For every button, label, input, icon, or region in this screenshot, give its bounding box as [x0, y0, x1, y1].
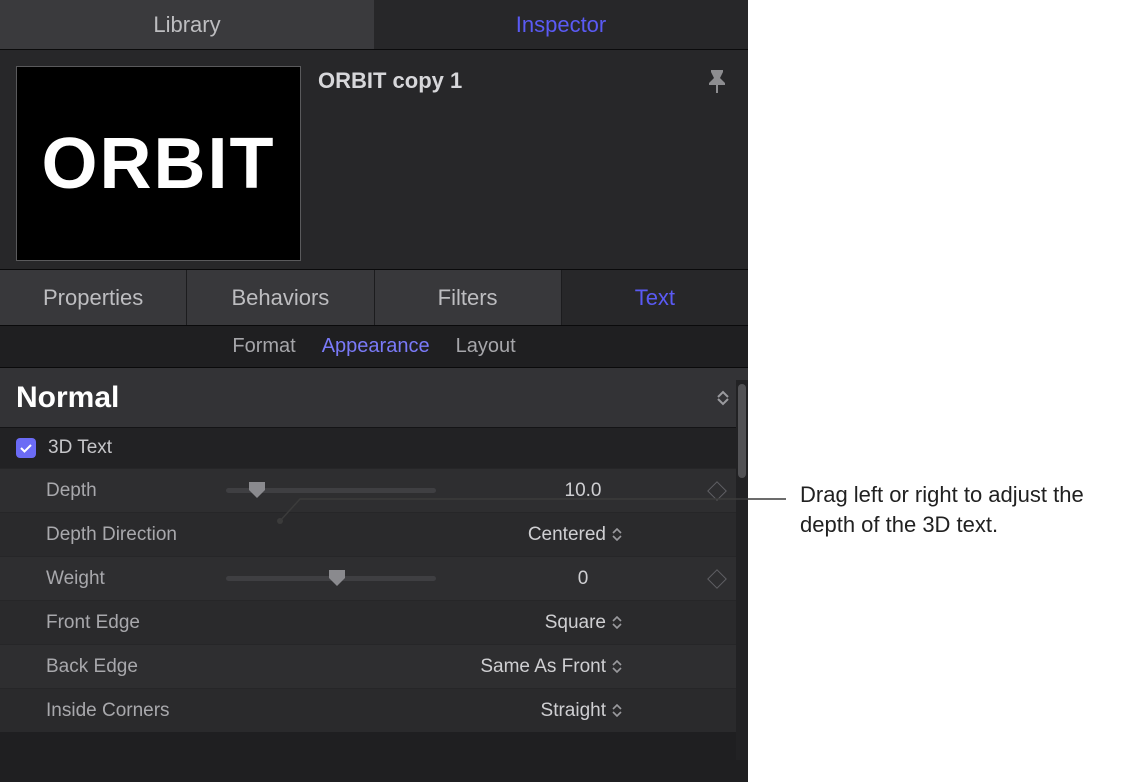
checkbox-3d-text[interactable] — [16, 438, 36, 458]
row-depth: Depth 10.0 — [0, 468, 748, 512]
select-inside-corners-value: Straight — [541, 700, 606, 722]
sub-tab-bar: Properties Behaviors Filters Text — [0, 270, 748, 326]
select-depth-direction-value: Centered — [528, 524, 606, 546]
chevron-down-icon — [717, 398, 729, 406]
select-back-edge-value: Same As Front — [480, 656, 606, 678]
value-depth[interactable]: 10.0 — [436, 480, 730, 502]
text-style-select[interactable]: Normal — [0, 368, 748, 428]
stepper-icon — [612, 660, 624, 673]
slider-thumb-weight[interactable] — [327, 568, 347, 588]
stepper-icon — [612, 616, 624, 629]
label-back-edge: Back Edge — [46, 656, 226, 678]
tab-library[interactable]: Library — [0, 0, 374, 49]
row-weight: Weight 0 — [0, 556, 748, 600]
callout-text: Drag left or right to adjust the depth o… — [800, 480, 1120, 540]
modetab-format[interactable]: Format — [232, 335, 295, 358]
scrollbar[interactable] — [736, 380, 748, 760]
slider-depth[interactable] — [226, 488, 436, 493]
section-3d-text: 3D Text — [0, 428, 748, 468]
section-3d-text-label: 3D Text — [48, 437, 112, 459]
stepper-icon — [612, 704, 624, 717]
pin-icon[interactable] — [706, 68, 728, 94]
label-weight: Weight — [46, 568, 226, 590]
row-depth-direction: Depth Direction Centered — [0, 512, 748, 556]
row-back-edge: Back Edge Same As Front — [0, 644, 748, 688]
select-front-edge-value: Square — [545, 612, 606, 634]
object-title: ORBIT copy 1 — [318, 68, 462, 94]
chevron-up-icon — [717, 390, 729, 398]
modetab-appearance[interactable]: Appearance — [322, 335, 430, 358]
subtab-text[interactable]: Text — [562, 270, 748, 325]
modetab-layout[interactable]: Layout — [456, 335, 516, 358]
text-style-stepper[interactable] — [714, 390, 732, 406]
label-front-edge: Front Edge — [46, 612, 226, 634]
tab-inspector[interactable]: Inspector — [374, 0, 748, 49]
preview-thumbnail-text: ORBIT — [42, 123, 276, 205]
select-depth-direction[interactable]: Centered — [226, 524, 730, 546]
row-front-edge: Front Edge Square — [0, 600, 748, 644]
stepper-icon — [612, 528, 624, 541]
inspector-panel: Library Inspector ORBIT ORBIT copy 1 Pro… — [0, 0, 748, 782]
value-weight[interactable]: 0 — [436, 568, 730, 590]
select-front-edge[interactable]: Square — [226, 612, 730, 634]
text-style-value: Normal — [16, 381, 119, 415]
preview-thumbnail: ORBIT — [16, 66, 301, 261]
check-icon — [20, 444, 32, 453]
slider-thumb-depth[interactable] — [247, 480, 267, 500]
subtab-behaviors[interactable]: Behaviors — [187, 270, 374, 325]
slider-weight[interactable] — [226, 576, 436, 581]
text-mode-tab-bar: Format Appearance Layout — [0, 326, 748, 368]
select-inside-corners[interactable]: Straight — [226, 700, 730, 722]
row-inside-corners: Inside Corners Straight — [0, 688, 748, 732]
top-tab-bar: Library Inspector — [0, 0, 748, 50]
label-depth-direction: Depth Direction — [46, 524, 226, 546]
scrollbar-thumb[interactable] — [738, 384, 746, 478]
inspector-content: Normal 3D Text Depth 10.0 — [0, 368, 748, 732]
inspector-header: ORBIT ORBIT copy 1 — [0, 50, 748, 270]
label-depth: Depth — [46, 480, 226, 502]
label-inside-corners: Inside Corners — [46, 700, 226, 722]
select-back-edge[interactable]: Same As Front — [226, 656, 730, 678]
subtab-filters[interactable]: Filters — [375, 270, 562, 325]
subtab-properties[interactable]: Properties — [0, 270, 187, 325]
